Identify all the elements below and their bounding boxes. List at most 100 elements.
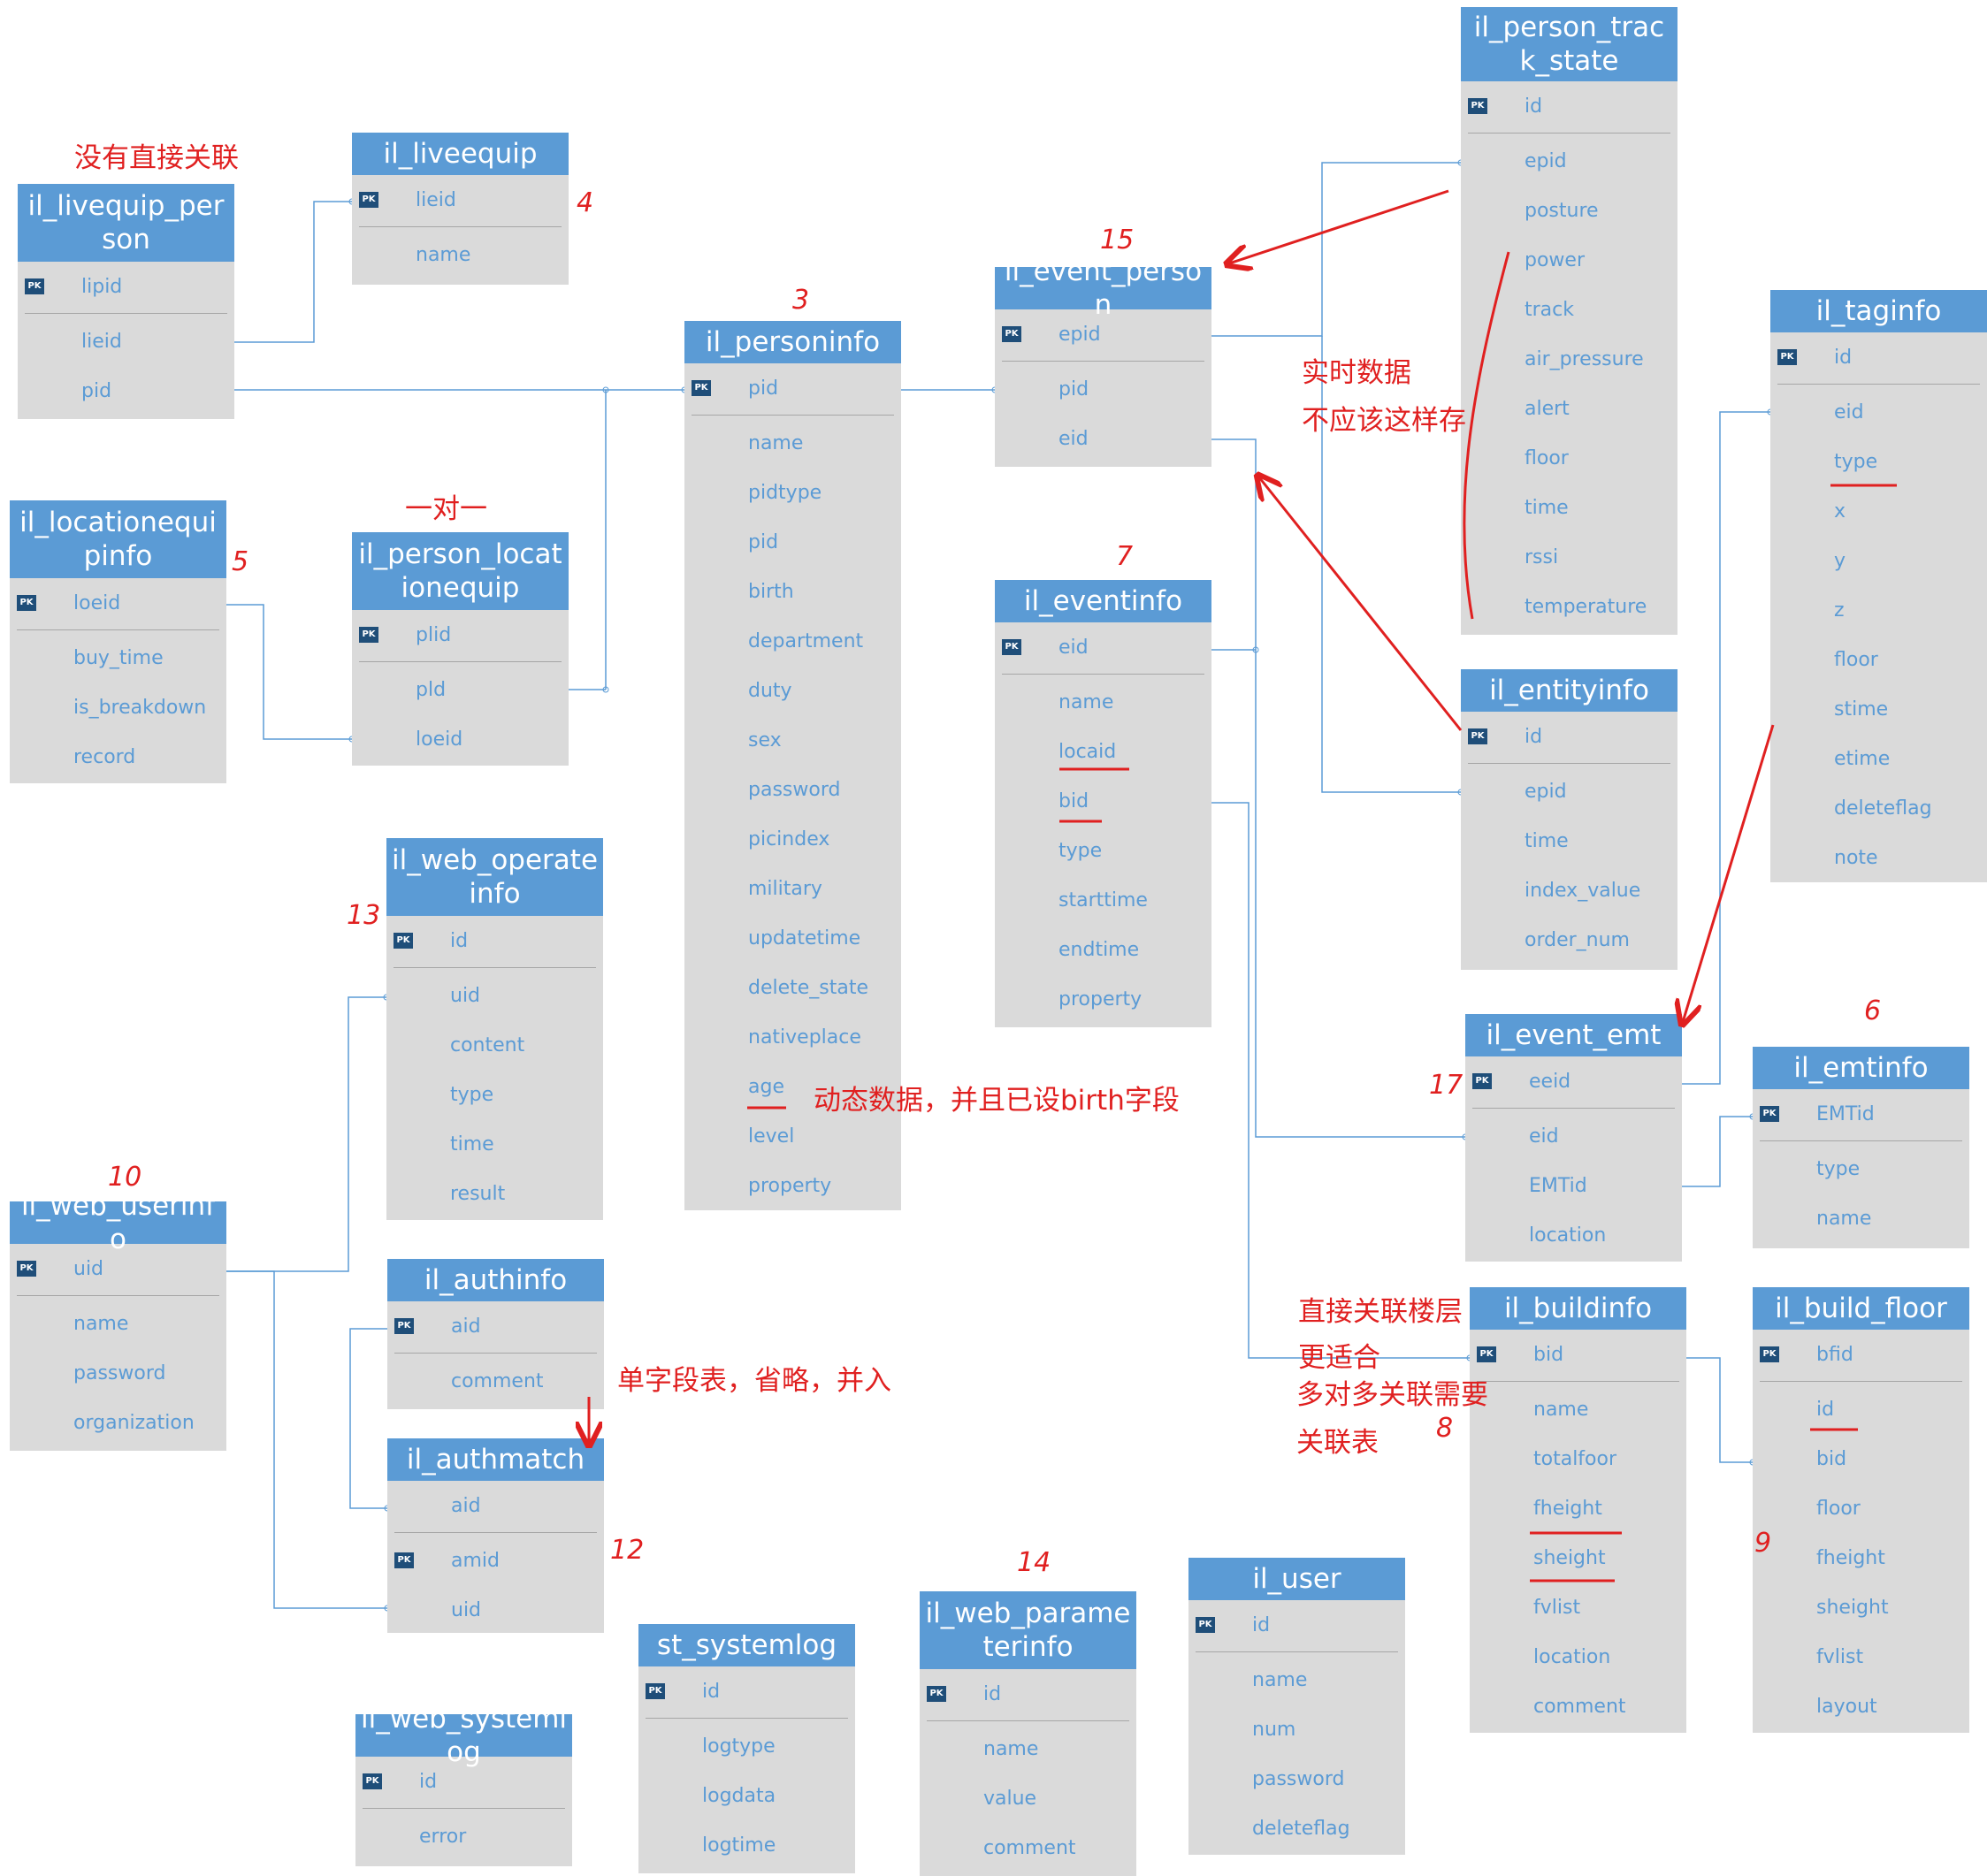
pk-divider [1002, 674, 1204, 675]
primary-key-icon: PK [17, 595, 36, 611]
entity-title: il_event_person [995, 255, 1211, 321]
entity-title: il_web_operateinfo [386, 838, 603, 916]
field-row: PK eeid [1465, 1056, 1682, 1106]
field-row: stime [1770, 684, 1987, 734]
field-name: id [1816, 1398, 1835, 1421]
field-name: id [1525, 725, 1543, 748]
field-row: PK epid [995, 309, 1211, 359]
field-name: updatetime [748, 927, 861, 949]
field-name: pidtype [748, 481, 822, 504]
field-name: location [1529, 1224, 1607, 1247]
field-name: birth [748, 580, 794, 603]
entity-title: il_liveequip [352, 133, 569, 175]
field-row: epid [1461, 136, 1677, 186]
field-row: num [1188, 1704, 1405, 1754]
note-no-direct: 没有直接关联 [74, 142, 239, 174]
field-row: content [386, 1020, 603, 1070]
field-name: name [748, 431, 804, 454]
field-row: name [995, 677, 1211, 727]
annotation-number-7: 7 [1116, 541, 1134, 572]
field-name: note [1834, 846, 1878, 869]
field-row: fvlist [1753, 1632, 1969, 1682]
entity-web-systemlog: il_web_systemlog PK id error [355, 1703, 572, 1866]
field-name: property [748, 1174, 832, 1197]
field-name: name [1816, 1207, 1872, 1230]
field-row: bid [1753, 1434, 1969, 1483]
entity-person-track-state: il_person_track_state PK id epid posture powe… [1461, 7, 1677, 635]
field-row: comment [1470, 1682, 1686, 1731]
field-row: x [1770, 486, 1987, 536]
field-name: eeid [1529, 1070, 1571, 1093]
field-row: floor [1753, 1483, 1969, 1533]
entity-web-operateinfo: il_web_operateinfo PK id uid content type time… [386, 838, 603, 1220]
primary-key-icon: PK [1002, 639, 1021, 655]
relationship-line [1682, 1116, 1753, 1187]
field-row: order_num [1461, 915, 1677, 965]
field-name: epid [1525, 780, 1567, 803]
field-row: PK amid [387, 1536, 604, 1585]
field-name: starttime [1058, 888, 1148, 911]
entity-title: il_authinfo [387, 1259, 604, 1301]
annotation-number-9: 9 [1754, 1528, 1772, 1559]
field-name: posture [1525, 199, 1599, 222]
field-row: deleteflag [1188, 1804, 1405, 1853]
pk-divider [1468, 763, 1670, 764]
field-row: uid [386, 971, 603, 1020]
field-name: num [1252, 1718, 1296, 1741]
field-name: picindex [748, 827, 830, 850]
primary-key-icon: PK [646, 1683, 665, 1699]
field-name: comment [1533, 1695, 1626, 1718]
field-name: delete_state [748, 976, 869, 999]
relationship-line [1211, 162, 1461, 337]
field-name: sheight [1533, 1546, 1606, 1569]
pk-divider [25, 313, 227, 314]
field-row: location [1470, 1632, 1686, 1682]
primary-key-icon: PK [359, 627, 378, 643]
field-row: PK id [638, 1666, 855, 1716]
pk-divider [927, 1720, 1129, 1721]
pk-divider [1002, 361, 1204, 362]
field-row: military [684, 864, 901, 913]
field-row: name [1188, 1655, 1405, 1704]
entity-title: il_entityinfo [1461, 669, 1677, 712]
field-name: eid [1058, 636, 1089, 659]
field-row: PK pid [684, 363, 901, 413]
field-row: logtime [638, 1820, 855, 1870]
entity-entityinfo: il_entityinfo PK id epid time index_value orde… [1461, 669, 1677, 970]
primary-key-icon: PK [1468, 728, 1487, 744]
entity-title: il_buildinfo [1470, 1287, 1686, 1330]
field-name: totalfoor [1533, 1447, 1617, 1470]
field-name: rssi [1525, 545, 1559, 568]
entity-locationequipinfo: il_locationequipinfo PK loeid buy_time is_br… [10, 500, 226, 783]
entity-title: il_livequip_person [18, 184, 234, 262]
field-row: pidtype [684, 468, 901, 517]
entity-title: il_authmatch [387, 1438, 604, 1481]
entity-web-parameterinfo: il_web_parameterinfo PK id name value comment [920, 1591, 1136, 1876]
field-name: sheight [1816, 1596, 1889, 1619]
field-row: PK id [355, 1757, 572, 1806]
field-name: location [1533, 1645, 1611, 1668]
field-row: lieid [18, 316, 234, 366]
field-name: pid [748, 377, 779, 400]
field-name: amid [451, 1549, 500, 1572]
field-name: bid [1816, 1447, 1847, 1470]
pk-divider [17, 629, 219, 630]
pk-divider [359, 661, 562, 662]
primary-key-icon: PK [363, 1773, 382, 1789]
field-row: result [386, 1169, 603, 1218]
field-name: fvlist [1816, 1645, 1864, 1668]
field-row: temperature [1461, 582, 1677, 631]
field-name: fheight [1533, 1497, 1602, 1520]
field-row: PK id [1461, 81, 1677, 131]
field-row: name [684, 418, 901, 468]
annotation-number-15: 15 [1100, 225, 1135, 255]
field-name: type [450, 1083, 494, 1106]
field-row: property [995, 974, 1211, 1024]
field-row: power [1461, 235, 1677, 285]
field-name: age [748, 1075, 784, 1098]
field-name: eid [1834, 400, 1864, 423]
field-name: name [1058, 690, 1114, 713]
field-row: PK bfid [1753, 1330, 1969, 1379]
field-row: eid [1465, 1111, 1682, 1161]
field-name: aid [451, 1315, 481, 1338]
